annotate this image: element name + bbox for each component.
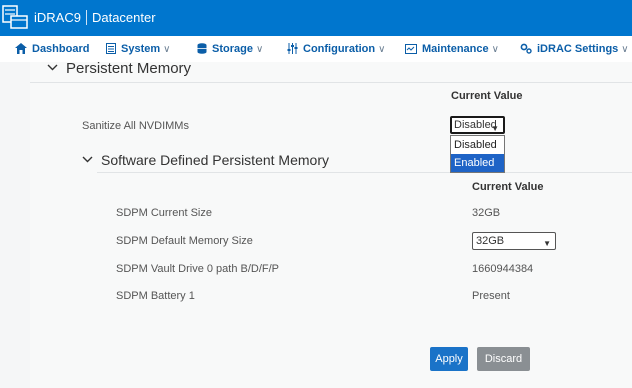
nav-storage[interactable]: Storage ∨ (197, 42, 263, 57)
sdpm-battery-label: SDPM Battery 1 (116, 290, 195, 302)
chevron-down-icon: ∨ (621, 44, 629, 55)
left-gutter (0, 62, 30, 388)
sanitize-select[interactable]: Disabled ▼ (450, 116, 505, 134)
nav-idrac-settings-label: iDRAC Settings (537, 43, 619, 55)
idrac-logo-icon (2, 5, 28, 29)
chevron-down-icon: ▼ (543, 239, 551, 248)
sanitize-label: Sanitize All NVDIMMs (82, 120, 189, 132)
sdpm-current-size-label: SDPM Current Size (116, 207, 212, 219)
home-icon (15, 43, 27, 54)
current-value-header: Current Value (451, 90, 523, 102)
content-panel (30, 62, 632, 388)
chevron-down-icon: ∨ (163, 44, 171, 55)
sdpm-battery-value: Present (472, 290, 510, 302)
monitor-icon (405, 44, 417, 54)
header-title: iDRAC9 Datacenter (34, 10, 156, 26)
nav-system[interactable]: System ∨ (106, 42, 170, 57)
nav-dashboard[interactable]: Dashboard (15, 42, 89, 56)
sdpm-header[interactable]: Software Defined Persistent Memory (82, 151, 329, 169)
sdpm-vault-drive-value: 1660944384 (472, 263, 534, 275)
nav-configuration-label: Configuration (303, 43, 376, 55)
apply-button[interactable]: Apply (430, 347, 468, 371)
persistent-memory-title: Persistent Memory (66, 60, 192, 77)
section-divider (30, 82, 632, 83)
chevron-down-icon: ∨ (255, 44, 264, 55)
sdpm-default-size-value: 32GB (476, 235, 505, 247)
nav-configuration[interactable]: Configuration ∨ (287, 42, 385, 57)
nav-system-label: System (121, 43, 161, 55)
sanitize-option-disabled[interactable]: Disabled (451, 136, 504, 154)
sdpm-vault-drive-label: SDPM Vault Drive 0 path B/D/F/P (116, 263, 280, 275)
sdpm-current-value-header: Current Value (472, 181, 544, 193)
nav-maintenance-label: Maintenance (422, 43, 489, 55)
chevron-down-icon (47, 64, 58, 71)
nav-maintenance[interactable]: Maintenance ∨ (405, 42, 499, 57)
nav-dashboard-label: Dashboard (32, 43, 90, 55)
chevron-down-icon: ▼ (491, 124, 499, 133)
nav-storage-label: Storage (212, 43, 253, 55)
discard-button[interactable]: Discard (477, 347, 530, 371)
product-name: iDRAC9 (34, 10, 81, 25)
sanitize-dropdown-list: Disabled Enabled (450, 135, 505, 173)
sdpm-default-size-select[interactable]: 32GB ▼ (472, 232, 556, 250)
database-icon (197, 43, 207, 54)
sdpm-title: Software Defined Persistent Memory (101, 152, 329, 168)
header-bar: iDRAC9 Datacenter (0, 0, 632, 36)
server-icon (106, 43, 116, 54)
nav-idrac-settings[interactable]: iDRAC Settings ∨ (520, 42, 629, 57)
chevron-down-icon: ∨ (378, 44, 386, 55)
header-divider (85, 10, 87, 25)
sdpm-current-size-value: 32GB (472, 207, 501, 219)
chevron-down-icon (82, 156, 93, 163)
server-name: Datacenter (91, 10, 156, 25)
persistent-memory-header[interactable]: Persistent Memory (47, 60, 191, 78)
main-nav: Dashboard System ∨ Storage ∨ Configuration… (0, 36, 632, 62)
chevron-down-icon: ∨ (491, 44, 499, 55)
gear-icon (520, 43, 532, 54)
sliders-icon (287, 43, 298, 54)
sdpm-default-size-label: SDPM Default Memory Size (116, 235, 253, 247)
sdpm-divider (97, 172, 632, 173)
sanitize-option-enabled[interactable]: Enabled (451, 154, 504, 172)
